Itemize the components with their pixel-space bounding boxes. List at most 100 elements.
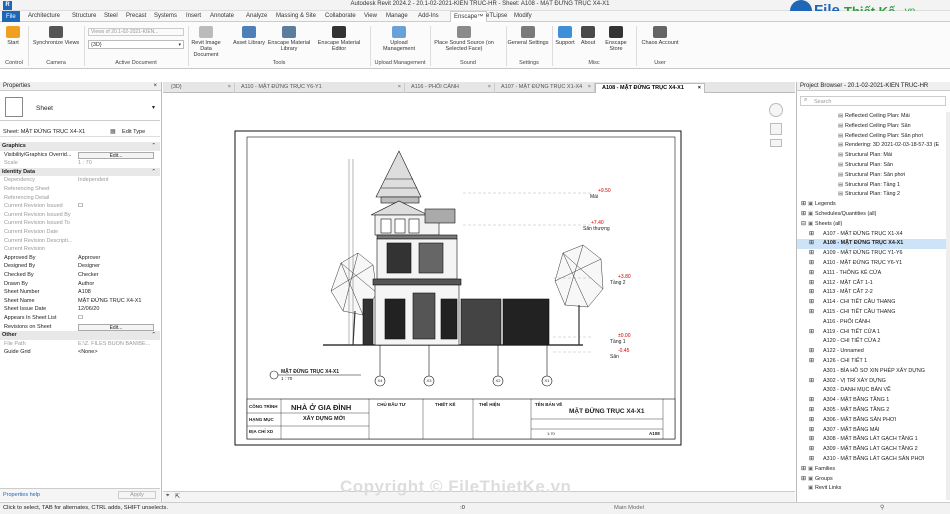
browser-item[interactable]: ⊞ A122 - Unnamed <box>797 347 947 357</box>
expand-icon[interactable]: ⊞ <box>809 347 814 357</box>
expand-icon[interactable]: ⊞ <box>809 259 814 269</box>
expand-icon[interactable]: ⊞ <box>801 475 806 485</box>
browser-item[interactable]: ⊞ A112 - MẶT CẮT 1-1 <box>797 279 947 289</box>
tab-a108-m-t-ng-tr-c-x4-x1[interactable]: A108 - MẶT ĐỨNG TRỤC X4-X1 × <box>595 83 705 93</box>
apply-button[interactable]: Apply <box>118 491 156 499</box>
browser-item[interactable]: ⊞ A113 - MẶT CẮT 2-2 <box>797 288 947 298</box>
browser-scrollbar[interactable] <box>946 112 950 500</box>
expand-icon[interactable]: ⊞ <box>809 377 814 387</box>
browser-item[interactable]: ▤ Structural Plan: Sân phơi <box>797 171 947 181</box>
property-row[interactable]: Current Revision Issued ☐ <box>0 202 160 211</box>
browser-item[interactable]: ⊞ A111 - THỐNG KÊ CỬA <box>797 269 947 279</box>
property-row[interactable]: Guide Grid <None> <box>0 348 160 357</box>
ribbon-button-upload-management[interactable]: Upload Management <box>374 26 424 52</box>
menu-structure[interactable]: Structure <box>72 13 96 19</box>
browser-item[interactable]: ⊞ ▣ Groups <box>797 475 947 485</box>
browser-search[interactable]: ⌕ Search <box>800 96 946 106</box>
menu-annotate[interactable]: Annotate <box>210 13 234 19</box>
browser-item[interactable]: A116 - PHỐI CẢNH <box>797 318 947 328</box>
menu-view[interactable]: View <box>364 13 377 19</box>
menu-systems[interactable]: Systems <box>154 13 177 19</box>
property-edit-button[interactable]: Edit... <box>78 151 154 159</box>
menu-insert[interactable]: Insert <box>186 13 201 19</box>
expand-icon[interactable]: ⊞ <box>809 426 814 436</box>
expand-icon[interactable]: ⊞ <box>809 288 814 298</box>
property-value[interactable]: Author <box>78 280 94 289</box>
property-row[interactable]: Designed By Designer <box>0 262 160 271</box>
view-title[interactable]: MẶT ĐỨNG TRỤC X4-X1 <box>281 369 339 375</box>
revit-logo-icon[interactable]: R <box>3 1 12 10</box>
property-value[interactable]: Designer <box>78 262 100 271</box>
ribbon-button-synchronize-views[interactable]: Synchronize Views <box>28 26 84 46</box>
browser-item[interactable]: ⊟ ▣ Sheets (all) <box>797 220 947 230</box>
menu-enscape[interactable]: Enscape™ <box>450 11 488 22</box>
expand-icon[interactable]: ⊞ <box>809 269 814 279</box>
ribbon-button-enscape-store[interactable]: Enscape Store <box>599 26 633 52</box>
close-icon[interactable]: × <box>488 83 491 92</box>
close-icon[interactable]: × <box>698 84 701 93</box>
browser-item[interactable]: A120 - CHI TIẾT CỬA 2 <box>797 337 947 347</box>
menu-precast[interactable]: Precast <box>126 13 146 19</box>
property-row[interactable]: Current Revision Descripti... <box>0 237 160 246</box>
property-row[interactable]: Approved By Approver <box>0 254 160 263</box>
property-row[interactable]: Revisions on Sheet Edit... <box>0 323 160 332</box>
close-icon[interactable]: × <box>228 83 231 92</box>
steering-wheel-icon[interactable] <box>769 103 783 117</box>
browser-item[interactable]: ▤ Structural Plan: Sân <box>797 161 947 171</box>
menu-manage[interactable]: Manage <box>386 13 408 19</box>
browser-item[interactable]: ⊞ A115 - CHI TIẾT CẦU THANG <box>797 308 947 318</box>
property-value[interactable]: A108 <box>78 288 91 297</box>
menu-analyze[interactable]: Analyze <box>246 13 267 19</box>
instance-selector[interactable]: Sheet: MẶT ĐỨNG TRỤC X4-X1 ▦ Edit Type <box>0 127 160 137</box>
property-row[interactable]: Scale 1 : 70 <box>0 159 160 168</box>
ribbon-button-revit-image-data-document[interactable]: Revit Image Data Document <box>188 26 224 58</box>
browser-item[interactable]: ⊞ A114 - CHI TIẾT CẦU THANG <box>797 298 947 308</box>
expand-icon[interactable]: ⊞ <box>809 279 814 289</box>
menu-architecture[interactable]: Architecture <box>28 13 60 19</box>
browser-item[interactable]: ⊞ A307 - MẶT BẰNG MÁI <box>797 426 947 436</box>
menu-collaborate[interactable]: Collaborate <box>325 13 356 19</box>
browser-item[interactable]: ⊞ ▣ Families <box>797 465 947 475</box>
tab-3d[interactable]: {3D} × <box>165 83 235 93</box>
expand-icon[interactable]: ⊞ <box>809 249 814 259</box>
browser-item[interactable]: ⊞ A108 - MẶT ĐỨNG TRỤC X4-X1 <box>797 239 947 250</box>
filter-icon[interactable]: ⚲ <box>880 504 884 511</box>
ribbon-button-start[interactable]: Start <box>2 26 24 46</box>
expand-icon[interactable]: ⊞ <box>809 396 814 406</box>
ribbon-button-asset-library[interactable]: Asset Library <box>232 26 266 46</box>
expand-icon[interactable]: ⊞ <box>809 406 814 416</box>
menu-etlipse[interactable]: eTLipse <box>486 13 507 19</box>
browser-item[interactable]: ⊞ A109 - MẶT ĐỨNG TRỤC Y1-Y6 <box>797 249 947 259</box>
property-edit-button[interactable]: Edit... <box>78 323 154 331</box>
browser-item[interactable]: ⊞ A310 - MẶT BẰNG LÁT GẠCH SÂN PHƠI <box>797 455 947 465</box>
browser-item[interactable]: ⊞ A304 - MẶT BẰNG TẦNG 1 <box>797 396 947 406</box>
expand-icon[interactable]: ⊞ <box>809 239 814 249</box>
browser-item[interactable]: ⊞ A107 - MẶT ĐỨNG TRỤC X1-X4 <box>797 230 947 240</box>
browser-item[interactable]: ⊞ A110 - MẶT ĐỨNG TRỤC Y6-Y1 <box>797 259 947 269</box>
ribbon-button-enscape-material-editor[interactable]: Enscape Material Editor <box>316 26 362 52</box>
sun-path-icon[interactable]: ⌖ <box>166 493 169 500</box>
expand-icon[interactable]: ⊞ <box>809 308 814 318</box>
type-selector[interactable]: Sheet ▾ <box>0 91 160 121</box>
property-row[interactable]: Appears In Sheet List ☐ <box>0 314 160 323</box>
view-dropdown[interactable]: {3D} ▾ <box>88 40 184 49</box>
property-row[interactable]: Current Revision <box>0 245 160 254</box>
expand-icon[interactable]: ⊟ <box>801 220 806 230</box>
ribbon-button-enscape-material-library[interactable]: Enscape Material Library <box>266 26 312 52</box>
crop-region-icon[interactable]: ⇱ <box>175 493 180 500</box>
expand-icon[interactable]: ⊞ <box>809 328 814 338</box>
close-icon[interactable]: × <box>588 83 591 92</box>
property-row[interactable]: Dependency Independent <box>0 176 160 185</box>
browser-item[interactable]: ▤ Structural Plan: Mái <box>797 151 947 161</box>
ribbon-button-about[interactable]: About <box>578 26 598 46</box>
property-row[interactable]: Sheet Name MẶT ĐỨNG TRỤC X4-X1 <box>0 297 160 306</box>
checkbox-icon[interactable]: ☐ <box>78 314 83 323</box>
menu-modify[interactable]: Modify <box>514 13 532 19</box>
browser-item[interactable]: ⊞ ▣ Schedules/Quantities (all) <box>797 210 947 220</box>
browser-item[interactable]: ⊞ A309 - MẶT BẰNG LÁT GẠCH TẦNG 2 <box>797 445 947 455</box>
views-field[interactable]: Views of 20.1-02-2021-KIEN... <box>88 28 184 36</box>
drawing-canvas[interactable]: +9.50 Mái +7.40 Sân thượng +3.80 Tầng 2 ±0.00 T… <box>163 93 795 491</box>
browser-item[interactable]: ▣ Revit Links <box>797 484 947 494</box>
property-value[interactable]: <None> <box>78 348 98 357</box>
menu-file[interactable]: File <box>2 11 20 22</box>
